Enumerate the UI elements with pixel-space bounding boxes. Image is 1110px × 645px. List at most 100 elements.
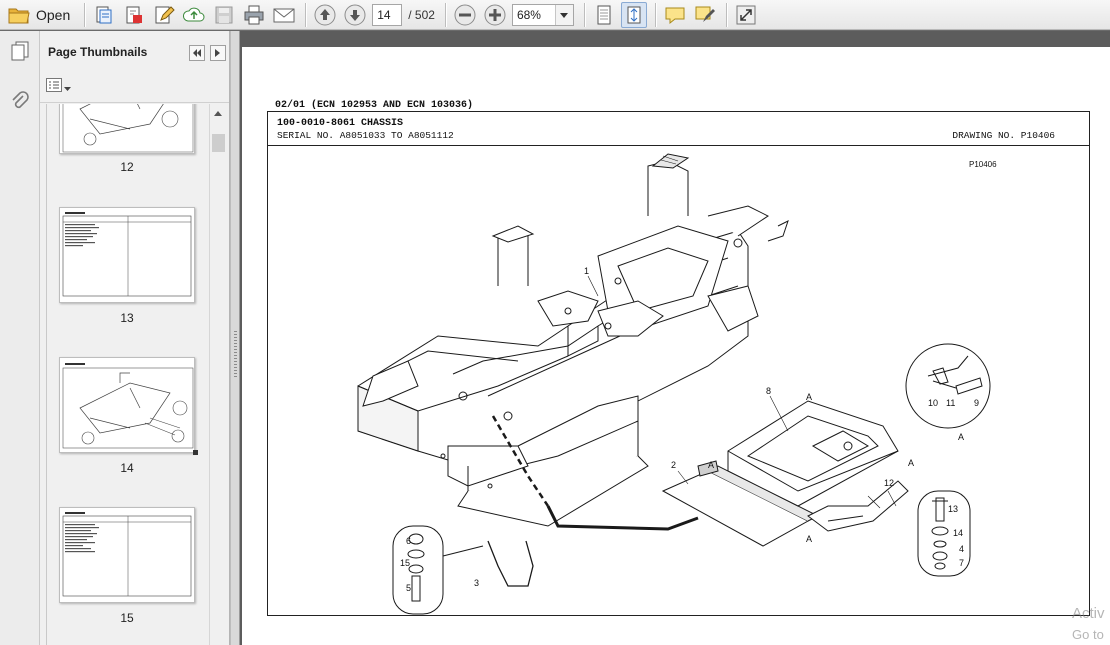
export-pdf-button[interactable] xyxy=(121,2,147,28)
previous-page-button[interactable] xyxy=(312,2,338,28)
chevron-up-icon xyxy=(214,103,222,121)
panel-splitter[interactable] xyxy=(230,31,240,645)
open-button[interactable]: Open xyxy=(6,2,76,28)
activation-watermark-title: Activ xyxy=(1072,605,1105,622)
create-pdf-icon xyxy=(93,4,115,26)
callout-1: 1 xyxy=(584,266,589,276)
callout-15: 15 xyxy=(400,558,410,568)
callout-12: 12 xyxy=(884,478,894,488)
save-disk-icon xyxy=(213,4,235,26)
zoom-out-button[interactable] xyxy=(452,2,478,28)
create-pdf-button[interactable] xyxy=(91,2,117,28)
drawing-title: 100-0010-8061 CHASSIS xyxy=(277,118,404,129)
callout-3: 3 xyxy=(474,578,479,588)
scrolling-mode-button[interactable] xyxy=(591,2,617,28)
zoom-in-button[interactable] xyxy=(482,2,508,28)
callout-6: 6 xyxy=(406,536,411,546)
thumbnail-label-14: 14 xyxy=(120,461,134,475)
expand-arrows-icon xyxy=(735,4,757,26)
thumbnail-options-button[interactable] xyxy=(46,78,71,97)
zoom-dropdown-button[interactable] xyxy=(554,4,573,25)
thumbnail-label-15: 15 xyxy=(120,611,134,625)
thumbnail-drawing-preview xyxy=(62,104,194,153)
toolbar-separator xyxy=(654,2,656,27)
chevron-down-icon xyxy=(560,6,569,24)
callout-4: 4 xyxy=(959,544,964,554)
save-button[interactable] xyxy=(211,2,237,28)
next-page-button[interactable] xyxy=(342,2,368,28)
attachments-tab[interactable] xyxy=(5,89,35,119)
highlight-button[interactable] xyxy=(692,2,718,28)
options-list-icon xyxy=(46,78,62,97)
callout-a-left: A xyxy=(708,460,714,470)
thumbnail-table-preview xyxy=(62,512,192,597)
callout-14: 14 xyxy=(953,528,963,538)
arrow-up-circle-icon xyxy=(313,3,337,27)
page-total-label: / 502 xyxy=(408,7,435,22)
toolbar-separator xyxy=(725,2,727,27)
callout-a-detail: A xyxy=(958,432,964,442)
thumbnail-label-12: 12 xyxy=(120,160,134,174)
callout-8: 8 xyxy=(766,386,771,396)
email-button[interactable] xyxy=(271,2,297,28)
open-label: Open xyxy=(36,6,71,23)
activation-watermark-subtitle: Go to xyxy=(1072,627,1104,642)
title-block: 100-0010-8061 CHASSIS SERIAL NO. A805103… xyxy=(268,112,1089,146)
zoom-combobox[interactable] xyxy=(511,3,574,26)
chevron-down-icon xyxy=(64,79,71,97)
navigation-rail xyxy=(0,31,40,645)
envelope-icon xyxy=(272,5,296,25)
thumbnail-scrollbar[interactable] xyxy=(209,104,226,645)
splitter-grip[interactable] xyxy=(234,331,237,379)
toolbar-separator xyxy=(305,2,307,27)
page-thumbnails-tab[interactable] xyxy=(5,37,35,67)
arrow-down-circle-icon xyxy=(343,3,367,27)
callout-5: 5 xyxy=(406,583,411,593)
comment-button[interactable] xyxy=(662,2,688,28)
pages-icon xyxy=(9,39,31,66)
callout-11: 11 xyxy=(946,398,955,408)
thumbnail-page-14[interactable] xyxy=(59,357,195,453)
double-chevron-left-icon xyxy=(192,44,202,62)
callout-9: 9 xyxy=(974,398,979,408)
speech-bubble-icon xyxy=(663,4,687,26)
thumbnail-drawing-preview xyxy=(62,363,194,449)
document-viewport[interactable]: 02/01 (ECN 102953 AND ECN 103036) 100-00… xyxy=(240,31,1110,645)
paperclip-icon xyxy=(10,90,30,118)
highlighter-icon xyxy=(693,4,717,26)
thumbnail-list[interactable]: 12 13 14 15 xyxy=(46,104,209,645)
collapse-panel-button[interactable] xyxy=(189,45,205,61)
thumbnail-page-12[interactable] xyxy=(59,104,195,154)
toolbar-separator xyxy=(84,2,86,27)
edit-pencil-icon xyxy=(153,4,175,26)
fit-page-button[interactable] xyxy=(620,1,647,28)
plus-circle-icon xyxy=(483,3,507,27)
scrollbar-thumb[interactable] xyxy=(212,134,225,152)
thumbnail-page-15[interactable] xyxy=(59,507,195,603)
toolbar-separator xyxy=(583,2,585,27)
minus-circle-icon xyxy=(453,3,477,27)
callout-a-bottom: A xyxy=(806,534,812,544)
callout-13: 13 xyxy=(948,504,958,514)
panel-header: Page Thumbnails xyxy=(40,31,229,73)
thumbnail-page-13[interactable] xyxy=(59,207,195,303)
panel-next-button[interactable] xyxy=(210,45,226,61)
main-toolbar: Open / 502 xyxy=(0,0,1110,30)
chassis-exploded-drawing: 1 2 3 4 5 6 7 8 9 10 11 12 13 14 15 A A … xyxy=(357,153,991,615)
upload-button[interactable] xyxy=(181,2,207,28)
callout-7: 7 xyxy=(959,558,964,568)
cloud-upload-icon xyxy=(182,4,206,26)
scroll-up-button[interactable] xyxy=(210,104,226,120)
print-button[interactable] xyxy=(241,2,267,28)
callout-a-top: A xyxy=(806,392,812,402)
edit-pdf-button[interactable] xyxy=(151,2,177,28)
callout-10: 10 xyxy=(928,398,938,408)
printer-icon xyxy=(242,4,266,26)
serial-range: SERIAL NO. A8051033 TO A8051112 xyxy=(277,130,454,141)
full-screen-button[interactable] xyxy=(733,2,759,28)
zoom-input[interactable] xyxy=(512,4,555,25)
folder-icon xyxy=(8,6,30,24)
page-number-input[interactable] xyxy=(372,3,403,26)
callout-2: 2 xyxy=(671,460,676,470)
panel-toolbar xyxy=(40,73,229,103)
